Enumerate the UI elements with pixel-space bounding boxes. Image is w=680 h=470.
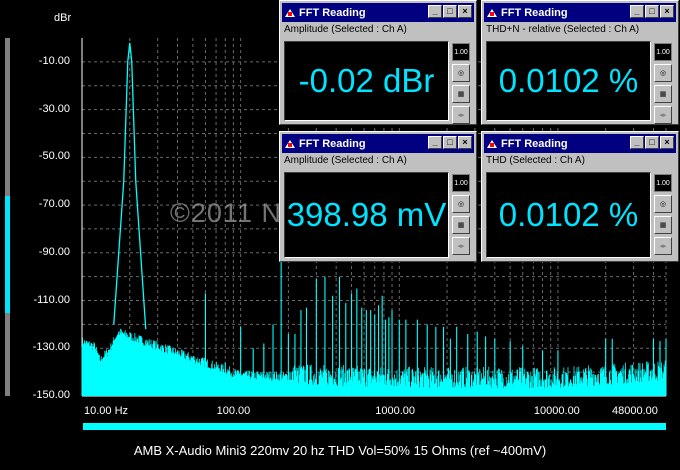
gauge-icon[interactable]: ◎ [654, 195, 672, 213]
reading-value: 0.0102 % [486, 41, 651, 121]
y-tick-label: -110.00 [33, 293, 71, 306]
display-mode-icon[interactable]: 1.00 [654, 43, 672, 61]
fft-window-thdn[interactable]: FFT Reading _ □ × THD+N - relative (Sele… [481, 0, 679, 125]
close-button[interactable]: × [660, 5, 674, 18]
reading-label: THD+N - relative (Selected : Ch A) [486, 24, 640, 35]
close-button[interactable]: × [458, 5, 472, 18]
arrows-icon[interactable]: ◂▸ [654, 106, 672, 124]
x-tick-label: 1000.00 [375, 405, 416, 417]
fft-window-amplitude-mv[interactable]: FFT Reading _ □ × Amplitude (Selected : … [279, 131, 477, 262]
window-title: FFT Reading [299, 137, 366, 150]
display-mode-icon[interactable]: 1.00 [452, 43, 470, 61]
app-icon [285, 139, 295, 148]
horizontal-scrollbar[interactable] [83, 423, 666, 430]
gauge-icon[interactable]: ◎ [452, 195, 470, 213]
app-icon [487, 8, 497, 17]
reading-value: 398.98 mV [284, 172, 449, 258]
vertical-scrollbar-thumb[interactable] [5, 196, 10, 313]
window-titlebar[interactable]: FFT Reading _ □ × [282, 3, 474, 22]
gauge-icon[interactable]: ◎ [452, 64, 470, 82]
reading-label: THD (Selected : Ch A) [486, 155, 585, 166]
reading-value: -0.02 dBr [284, 41, 449, 121]
x-tick-label: 100.00 [216, 405, 251, 417]
close-button[interactable]: × [660, 136, 674, 149]
maximize-button[interactable]: □ [645, 136, 659, 149]
window-title: FFT Reading [501, 137, 568, 150]
y-tick-label: -150.00 [32, 389, 70, 401]
window-titlebar[interactable]: FFT Reading _ □ × [282, 134, 474, 153]
maximize-button[interactable]: □ [443, 5, 457, 18]
window-titlebar[interactable]: FFT Reading _ □ × [484, 134, 676, 153]
y-tick-label: -130.00 [32, 341, 70, 354]
x-tick-label: 10.00 Hz [84, 405, 129, 417]
window-titlebar[interactable]: FFT Reading _ □ × [484, 3, 676, 22]
y-tick-label: -10.00 [38, 54, 70, 67]
reading-label: Amplitude (Selected : Ch A) [284, 155, 407, 166]
x-tick-label: 48000.00 [612, 405, 658, 417]
window-title: FFT Reading [501, 6, 568, 19]
app-icon [487, 139, 497, 148]
arrows-icon[interactable]: ◂▸ [452, 106, 470, 124]
fft-window-thd[interactable]: FFT Reading _ □ × THD (Selected : Ch A) … [481, 131, 679, 262]
arrows-icon[interactable]: ◂▸ [452, 237, 470, 255]
y-tick-label: -90.00 [38, 245, 70, 258]
y-axis-unit: dBr [54, 12, 72, 24]
y-tick-label: -50.00 [38, 150, 70, 163]
reading-value: 0.0102 % [486, 172, 651, 258]
noise-floor [81, 328, 667, 396]
arrows-icon[interactable]: ◂▸ [654, 237, 672, 255]
maximize-button[interactable]: □ [443, 136, 457, 149]
fft-window-amplitude-dbr[interactable]: FFT Reading _ □ × Amplitude (Selected : … [279, 0, 477, 125]
display-mode-icon[interactable]: 1.00 [654, 174, 672, 192]
maximize-button[interactable]: □ [645, 5, 659, 18]
minimize-button[interactable]: _ [630, 136, 644, 149]
x-tick-label: 10000.00 [533, 405, 580, 417]
minimize-button[interactable]: _ [428, 136, 442, 149]
display-mode-icon[interactable]: 1.00 [452, 174, 470, 192]
gauge-icon[interactable]: ◎ [654, 64, 672, 82]
table-icon[interactable]: ▦ [654, 216, 672, 234]
table-icon[interactable]: ▦ [654, 85, 672, 103]
close-button[interactable]: × [458, 136, 472, 149]
y-tick-label: -30.00 [38, 102, 70, 115]
minimize-button[interactable]: _ [630, 5, 644, 18]
app-icon [285, 8, 295, 17]
table-icon[interactable]: ▦ [452, 216, 470, 234]
reading-label: Amplitude (Selected : Ch A) [284, 24, 407, 35]
chart-caption: AMB X-Audio Mini3 220mv 20 hz THD Vol=50… [133, 443, 547, 458]
window-title: FFT Reading [299, 6, 366, 19]
y-tick-label: -70.00 [38, 198, 70, 211]
minimize-button[interactable]: _ [428, 5, 442, 18]
table-icon[interactable]: ▦ [452, 85, 470, 103]
